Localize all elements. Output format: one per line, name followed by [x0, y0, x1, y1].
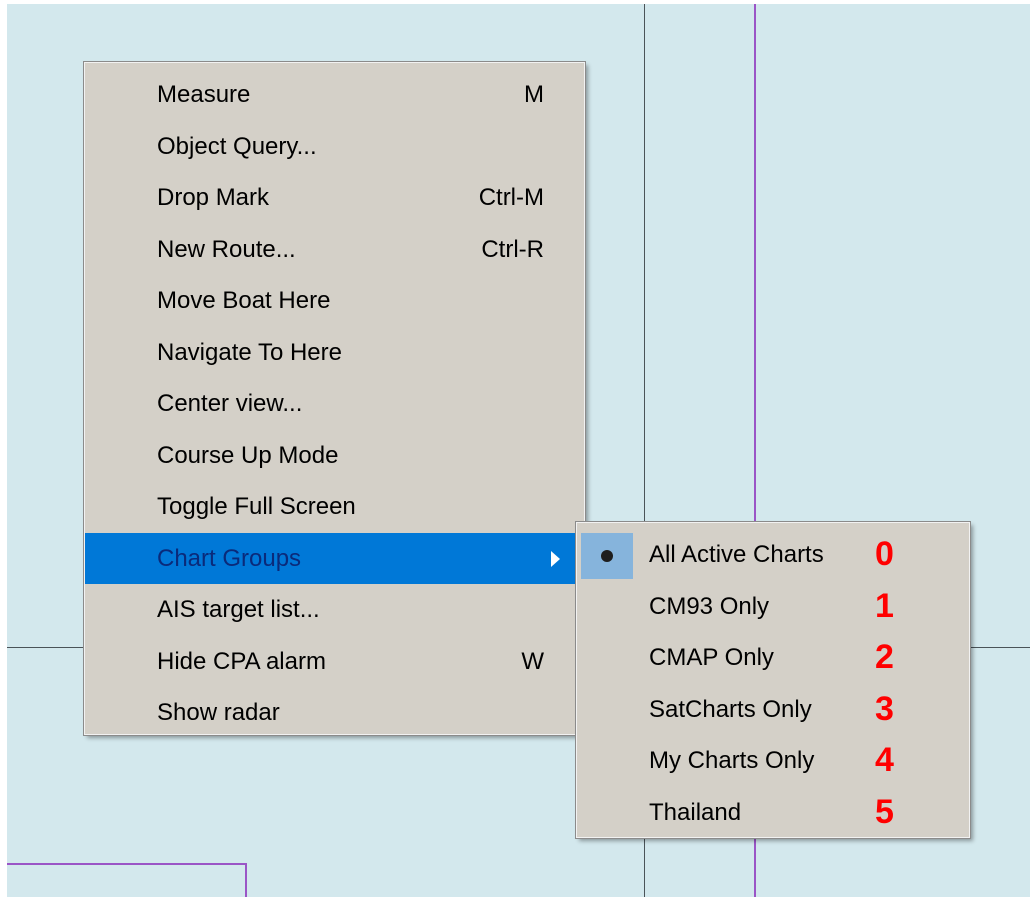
menu-item-label: Measure	[157, 81, 251, 108]
menu-item-label: AIS target list...	[157, 596, 320, 623]
menu-item-label: New Route...	[157, 235, 296, 263]
annotation-number: 2	[875, 638, 894, 676]
submenu-arrow-icon	[551, 550, 560, 567]
menu-item-course-up-mode[interactable]: Course Up Mode	[85, 430, 584, 482]
annotation-number: 4	[875, 741, 894, 779]
menu-item-ais-target-list[interactable]: AIS target list...	[85, 584, 584, 636]
menu-item-label: Center view...	[157, 390, 303, 417]
menu-item-shortcut: Ctrl-R	[481, 235, 544, 263]
menu-item-new-route[interactable]: New Route... Ctrl-R	[85, 224, 584, 276]
menu-item-label: Navigate To Here	[157, 338, 342, 366]
menu-item-shortcut: M	[524, 81, 544, 108]
radio-dot-icon	[601, 550, 613, 562]
submenu-item-label: CMAP Only	[649, 644, 774, 671]
annotation-number: 0	[875, 535, 894, 573]
menu-item-navigate-to-here[interactable]: Navigate To Here	[85, 327, 584, 379]
menu-item-measure[interactable]: Measure M	[85, 69, 584, 121]
menu-item-move-boat-here[interactable]: Move Boat Here	[85, 275, 584, 327]
submenu-item-thailand[interactable]: Thailand 5	[577, 787, 969, 839]
submenu-item-all-active-charts[interactable]: All Active Charts 0	[577, 529, 969, 581]
menu-item-label: Chart Groups	[157, 544, 302, 572]
menu-item-label: Object Query...	[157, 132, 317, 160]
menu-item-center-view[interactable]: Center view...	[85, 378, 584, 430]
menu-item-chart-groups[interactable]: Chart Groups	[85, 532, 584, 584]
radio-selected-indicator	[581, 533, 633, 579]
menu-item-label: Course Up Mode	[157, 441, 339, 469]
submenu-item-cm93-only[interactable]: CM93 Only 1	[577, 581, 969, 633]
menu-item-hide-cpa-alarm[interactable]: Hide CPA alarm W	[85, 636, 584, 688]
submenu-item-my-charts-only[interactable]: My Charts Only 4	[577, 735, 969, 787]
chart-groups-submenu: All Active Charts 0 CM93 Only 1 CMAP Onl…	[576, 522, 970, 838]
submenu-item-label: SatCharts Only	[649, 695, 812, 723]
annotation-number: 3	[875, 689, 894, 728]
submenu-item-label: Thailand	[649, 798, 742, 826]
submenu-item-satcharts-only[interactable]: SatCharts Only 3	[577, 684, 969, 736]
menu-item-object-query[interactable]: Object Query...	[85, 121, 584, 173]
menu-item-label: Hide CPA alarm	[157, 647, 326, 675]
menu-item-drop-mark[interactable]: Drop Mark Ctrl-M	[85, 172, 584, 224]
submenu-item-label: My Charts Only	[649, 747, 815, 774]
submenu-item-label: CM93 Only	[649, 592, 770, 620]
annotation-number: 1	[875, 586, 894, 625]
menu-item-shortcut: Ctrl-M	[478, 184, 544, 211]
annotation-number: 5	[875, 792, 894, 831]
submenu-item-label: All Active Charts	[649, 541, 824, 568]
menu-item-label: Drop Mark	[157, 184, 270, 211]
chart-boundary-line	[245, 863, 247, 897]
menu-item-show-radar[interactable]: Show radar	[85, 687, 584, 739]
menu-item-label: Show radar	[157, 699, 280, 726]
submenu-item-cmap-only[interactable]: CMAP Only 2	[577, 632, 969, 684]
chart-boundary-line	[7, 863, 247, 865]
menu-item-label: Toggle Full Screen	[157, 493, 356, 520]
menu-item-label: Move Boat Here	[157, 287, 331, 314]
menu-item-toggle-full-screen[interactable]: Toggle Full Screen	[85, 481, 584, 533]
menu-item-shortcut: W	[521, 647, 544, 675]
chart-context-menu: Measure M Object Query... Drop Mark Ctrl…	[84, 62, 585, 735]
